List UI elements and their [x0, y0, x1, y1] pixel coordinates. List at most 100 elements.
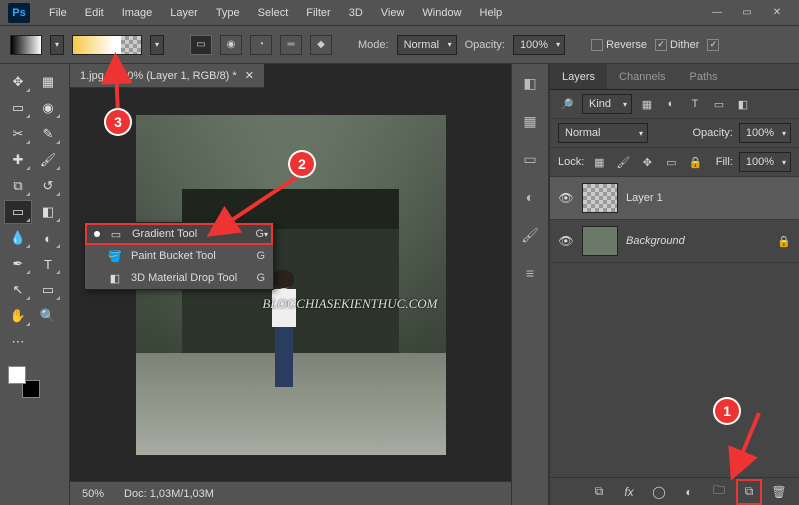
window-maximize[interactable]: ▭ — [733, 4, 761, 22]
tab-channels[interactable]: Channels — [607, 64, 677, 89]
layer-filter-select[interactable]: Kind — [582, 94, 632, 114]
lock-icon: 🔒 — [777, 235, 791, 248]
healing-tool[interactable]: ✚ — [4, 148, 32, 172]
filter-adjust-icon[interactable]: ◐ — [662, 95, 680, 113]
path-tool[interactable]: ↖ — [4, 278, 32, 302]
menu-3d[interactable]: 3D — [340, 0, 372, 26]
adjustment-layer-icon[interactable]: ◐ — [679, 482, 699, 502]
brush-tool[interactable]: 🖌 — [34, 148, 62, 172]
filter-shape-icon[interactable]: ▭ — [710, 95, 728, 113]
lasso-tool[interactable]: ◉ — [34, 96, 62, 120]
filter-smart-icon[interactable]: ◧ — [734, 95, 752, 113]
tab-layers[interactable]: Layers — [550, 64, 607, 89]
gradient-radial-icon[interactable]: ◉ — [220, 35, 242, 55]
document-tab[interactable]: 1.jpg @ 50% (Layer 1, RGB/8) *✕ — [70, 64, 264, 88]
history-brush-tool[interactable]: ↺ — [34, 174, 62, 198]
menu-layer[interactable]: Layer — [161, 0, 207, 26]
dock-libraries-icon[interactable]: ▭ — [518, 148, 542, 170]
ctx-3d-material-tool[interactable]: ◧ 3D Material Drop ToolG — [85, 267, 273, 289]
menu-select[interactable]: Select — [249, 0, 298, 26]
lock-pixels-icon[interactable]: 🖌 — [614, 153, 632, 171]
layer-thumbnail[interactable] — [582, 226, 618, 256]
layer-mask-icon[interactable]: ◯ — [649, 482, 669, 502]
tools-panel: ✥▦ ▭◉ ✂✎ ✚🖌 ⧉↺ ▭◧ 💧◐ ✒T ↖▭ ✋🔍 ⋯ — [0, 64, 70, 505]
fill-input[interactable]: 100% — [739, 152, 791, 172]
dock-adjustments-icon[interactable]: ◐ — [518, 186, 542, 208]
menu-view[interactable]: View — [372, 0, 414, 26]
layer-opacity-label: Opacity: — [693, 127, 733, 139]
window-close[interactable]: ✕ — [763, 4, 791, 22]
new-layer-icon[interactable]: ⧉ — [739, 482, 759, 502]
edit-toolbar[interactable]: ⋯ — [4, 330, 32, 354]
tool-preset-picker[interactable] — [10, 35, 42, 55]
lock-transparent-icon[interactable]: ▦ — [590, 153, 608, 171]
opacity-input[interactable]: 100% — [513, 35, 565, 55]
layer-name[interactable]: Background — [626, 235, 769, 247]
layer-thumbnail[interactable] — [582, 183, 618, 213]
close-tab-icon[interactable]: ✕ — [245, 69, 254, 82]
menu-bar: Ps File Edit Image Layer Type Select Fil… — [0, 0, 799, 26]
layer-row[interactable]: 👁 Background 🔒 — [550, 220, 799, 263]
menu-type[interactable]: Type — [207, 0, 249, 26]
gradient-picker[interactable] — [72, 35, 142, 55]
layer-style-icon[interactable]: fx — [619, 482, 639, 502]
menu-window[interactable]: Window — [413, 0, 470, 26]
gradient-icon: ▭ — [108, 226, 124, 242]
group-icon[interactable]: 🗀 — [709, 482, 729, 502]
crop-tool[interactable]: ✂ — [4, 122, 32, 146]
tool-preset-dropdown[interactable]: ▾ — [50, 35, 64, 55]
layer-blend-select[interactable]: Normal — [558, 123, 648, 143]
gradient-tool[interactable]: ▭ — [4, 200, 32, 224]
visibility-icon[interactable]: 👁 — [558, 233, 574, 249]
dock-properties-icon[interactable]: ≡ — [518, 262, 542, 284]
gradient-diamond-icon[interactable]: ◆ — [310, 35, 332, 55]
menu-edit[interactable]: Edit — [76, 0, 113, 26]
visibility-icon[interactable]: 👁 — [558, 190, 574, 206]
pen-tool[interactable]: ✒ — [4, 252, 32, 276]
dodge-tool[interactable]: ◐ — [34, 226, 62, 250]
dock-color-icon[interactable]: ◧ — [518, 72, 542, 94]
filter-type-icon[interactable]: T — [686, 95, 704, 113]
blend-mode-select[interactable]: Normal — [397, 35, 457, 55]
stamp-tool[interactable]: ⧉ — [4, 174, 32, 198]
type-tool[interactable]: T — [34, 252, 62, 276]
hand-tool[interactable]: ✋ — [4, 304, 32, 328]
dock-swatches-icon[interactable]: ▦ — [518, 110, 542, 132]
gradient-linear-icon[interactable]: ▭ — [190, 35, 212, 55]
blur-tool[interactable]: 💧 — [4, 226, 32, 250]
eraser-tool[interactable]: ◧ — [34, 200, 62, 224]
doc-info[interactable]: Doc: 1,03M/1,03M — [124, 488, 214, 500]
dither-checkbox[interactable]: ✓Dither — [655, 39, 699, 51]
gradient-angle-icon[interactable]: ◔ — [250, 35, 272, 55]
zoom-level[interactable]: 50% — [82, 488, 104, 500]
reverse-checkbox[interactable]: Reverse — [591, 39, 647, 51]
artboard-tool[interactable]: ▦ — [34, 70, 62, 94]
layer-opacity-input[interactable]: 100% — [739, 123, 791, 143]
material-drop-icon: ◧ — [107, 270, 123, 286]
layer-name[interactable]: Layer 1 — [626, 192, 791, 204]
foreground-background-colors[interactable] — [8, 366, 40, 398]
lock-position-icon[interactable]: ✥ — [638, 153, 656, 171]
lock-artboard-icon[interactable]: ▭ — [662, 153, 680, 171]
menu-filter[interactable]: Filter — [297, 0, 339, 26]
tab-paths[interactable]: Paths — [678, 64, 730, 89]
marquee-tool[interactable]: ▭ — [4, 96, 32, 120]
lock-all-icon[interactable]: 🔒 — [686, 153, 704, 171]
menu-help[interactable]: Help — [471, 0, 512, 26]
gradient-dropdown[interactable]: ▾ — [150, 35, 164, 55]
zoom-tool[interactable]: 🔍 — [34, 304, 62, 328]
window-minimize[interactable]: — — [703, 4, 731, 22]
eyedropper-tool[interactable]: ✎ — [34, 122, 62, 146]
dock-styles-icon[interactable]: 🖌 — [518, 224, 542, 246]
delete-layer-icon[interactable]: 🗑 — [769, 482, 789, 502]
layer-row[interactable]: 👁 Layer 1 — [550, 177, 799, 220]
shape-tool[interactable]: ▭ — [34, 278, 62, 302]
filter-pixel-icon[interactable]: ▦ — [638, 95, 656, 113]
link-layers-icon[interactable]: ⧉ — [589, 482, 609, 502]
gradient-reflected-icon[interactable]: ═ — [280, 35, 302, 55]
menu-file[interactable]: File — [40, 0, 76, 26]
ctx-paint-bucket-tool[interactable]: 🪣 Paint Bucket ToolG — [85, 245, 273, 267]
menu-image[interactable]: Image — [113, 0, 162, 26]
move-tool[interactable]: ✥ — [4, 70, 32, 94]
transparency-checkbox[interactable]: ✓ — [707, 39, 722, 51]
